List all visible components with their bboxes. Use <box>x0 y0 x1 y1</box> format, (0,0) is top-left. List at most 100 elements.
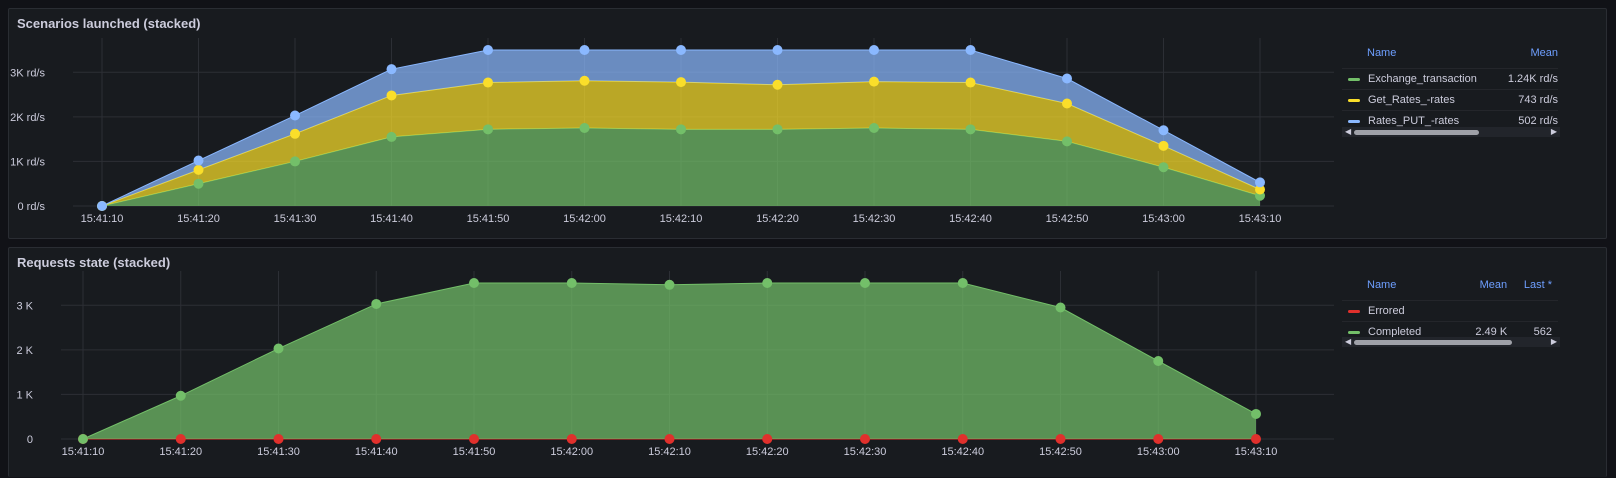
data-point <box>386 90 397 101</box>
data-point <box>273 434 284 444</box>
x-tick-label: 15:43:00 <box>1142 213 1185 225</box>
data-point <box>175 390 186 401</box>
data-point <box>483 77 493 88</box>
data-point <box>386 64 397 75</box>
data-point <box>469 434 479 444</box>
data-point <box>1255 177 1265 188</box>
legend-row[interactable]: Get_Rates_-rates 743 rd/s <box>1342 89 1558 111</box>
data-point <box>860 434 870 444</box>
x-tick-label: 15:41:50 <box>467 213 510 225</box>
data-point <box>579 75 590 86</box>
data-point <box>193 178 204 189</box>
legend-header-name[interactable]: Name <box>1342 278 1460 301</box>
legend-header-mean[interactable]: Mean <box>1460 278 1508 301</box>
scroll-left-icon[interactable]: ◀ <box>1345 337 1351 347</box>
data-point <box>386 131 397 142</box>
data-point <box>175 434 186 444</box>
data-point <box>1055 434 1066 444</box>
series-swatch <box>1348 119 1360 123</box>
x-tick-label: 15:41:20 <box>159 446 202 458</box>
x-tick-label: 15:41:30 <box>274 213 317 225</box>
y-tick-label: 1 K <box>16 389 33 401</box>
x-tick-label: 15:42:30 <box>844 446 887 458</box>
legend-series-mean: 1.24K rd/s <box>1499 68 1558 90</box>
y-tick-label: 3 K <box>16 300 33 312</box>
data-point <box>1153 434 1164 444</box>
data-point <box>772 45 783 55</box>
y-tick-label: 2K rd/s <box>10 112 45 124</box>
x-tick-label: 15:43:00 <box>1137 446 1180 458</box>
series-swatch <box>1348 309 1360 313</box>
legend-series-mean <box>1459 300 1508 322</box>
x-tick-label: 15:41:40 <box>355 446 398 458</box>
x-tick-label: 15:42:40 <box>949 213 992 225</box>
legend-header-mean[interactable]: Mean <box>1499 46 1558 69</box>
data-point <box>1158 125 1169 136</box>
data-point <box>1158 162 1169 173</box>
x-tick-label: 15:42:20 <box>746 446 789 458</box>
legend-row[interactable]: Errored <box>1342 300 1558 322</box>
data-point <box>78 434 88 444</box>
y-tick-label: 0 rd/s <box>17 201 45 213</box>
data-point <box>1062 136 1072 147</box>
scrollbar-thumb[interactable] <box>1354 130 1479 135</box>
data-point <box>860 278 870 288</box>
x-tick-label: 15:43:10 <box>1239 213 1282 225</box>
data-point <box>483 45 493 55</box>
data-point <box>579 123 590 133</box>
series-swatch <box>1348 330 1360 334</box>
data-point <box>97 201 107 211</box>
data-point <box>1062 98 1072 109</box>
x-tick-label: 15:41:50 <box>453 446 496 458</box>
data-point <box>676 124 686 135</box>
x-tick-label: 15:42:50 <box>1046 213 1089 225</box>
data-point <box>676 77 686 88</box>
data-point <box>1251 408 1261 419</box>
legend-scrollbar[interactable]: ◀ ▶ <box>1342 337 1560 347</box>
data-point <box>193 164 204 175</box>
data-point <box>1062 73 1072 84</box>
legend-series-name: Get_Rates_-rates <box>1368 94 1455 106</box>
data-point <box>869 76 879 87</box>
requests-chart: 0 1 K 2 K 3 K 15:41:10 15:41:20 15:41:30 15:41:… <box>16 271 1334 458</box>
data-point <box>1055 302 1066 313</box>
scroll-right-icon[interactable]: ▶ <box>1551 337 1557 347</box>
data-point <box>676 45 686 55</box>
data-point <box>772 124 783 135</box>
data-point <box>772 79 783 90</box>
data-point <box>957 278 968 288</box>
data-point <box>579 45 590 55</box>
data-point <box>1153 356 1164 366</box>
x-tick-label: 15:42:20 <box>756 213 799 225</box>
scroll-left-icon[interactable]: ◀ <box>1345 127 1351 137</box>
x-tick-label: 15:42:10 <box>648 446 691 458</box>
data-point <box>290 156 300 167</box>
x-tick-label: 15:41:20 <box>177 213 220 225</box>
data-point <box>965 77 976 88</box>
data-point <box>273 343 284 354</box>
legend-series-name: Rates_PUT_-rates <box>1368 115 1460 127</box>
x-tick-label: 15:42:10 <box>660 213 703 225</box>
scenarios-panel: Scenarios launched (stacked) 0 rd/s 1K rd… <box>8 8 1607 239</box>
data-point <box>957 434 968 444</box>
data-point <box>290 128 300 139</box>
scrollbar-thumb[interactable] <box>1354 340 1512 345</box>
scroll-right-icon[interactable]: ▶ <box>1551 127 1557 137</box>
legend-row[interactable]: Exchange_transaction 1.24K rd/s <box>1342 68 1558 90</box>
y-tick-label: 0 <box>27 434 33 446</box>
data-point <box>1251 434 1261 444</box>
legend-header-name[interactable]: Name <box>1342 46 1499 69</box>
legend-scrollbar[interactable]: ◀ ▶ <box>1342 127 1560 137</box>
scenarios-chart: 0 rd/s 1K rd/s 2K rd/s 3K rd/s 15:41:10 15:41… <box>10 38 1334 225</box>
legend-series-last <box>1507 300 1558 322</box>
y-tick-label: 2 K <box>16 345 33 357</box>
series-swatch <box>1348 98 1360 102</box>
legend-header-last[interactable]: Last * <box>1507 278 1558 301</box>
series-area <box>83 283 1256 439</box>
data-point <box>965 45 976 55</box>
x-tick-label: 15:41:10 <box>81 213 124 225</box>
data-point <box>371 434 382 444</box>
legend-series-mean: 743 rd/s <box>1499 89 1558 111</box>
data-point <box>566 434 577 444</box>
legend-series-name: Errored <box>1368 305 1405 317</box>
